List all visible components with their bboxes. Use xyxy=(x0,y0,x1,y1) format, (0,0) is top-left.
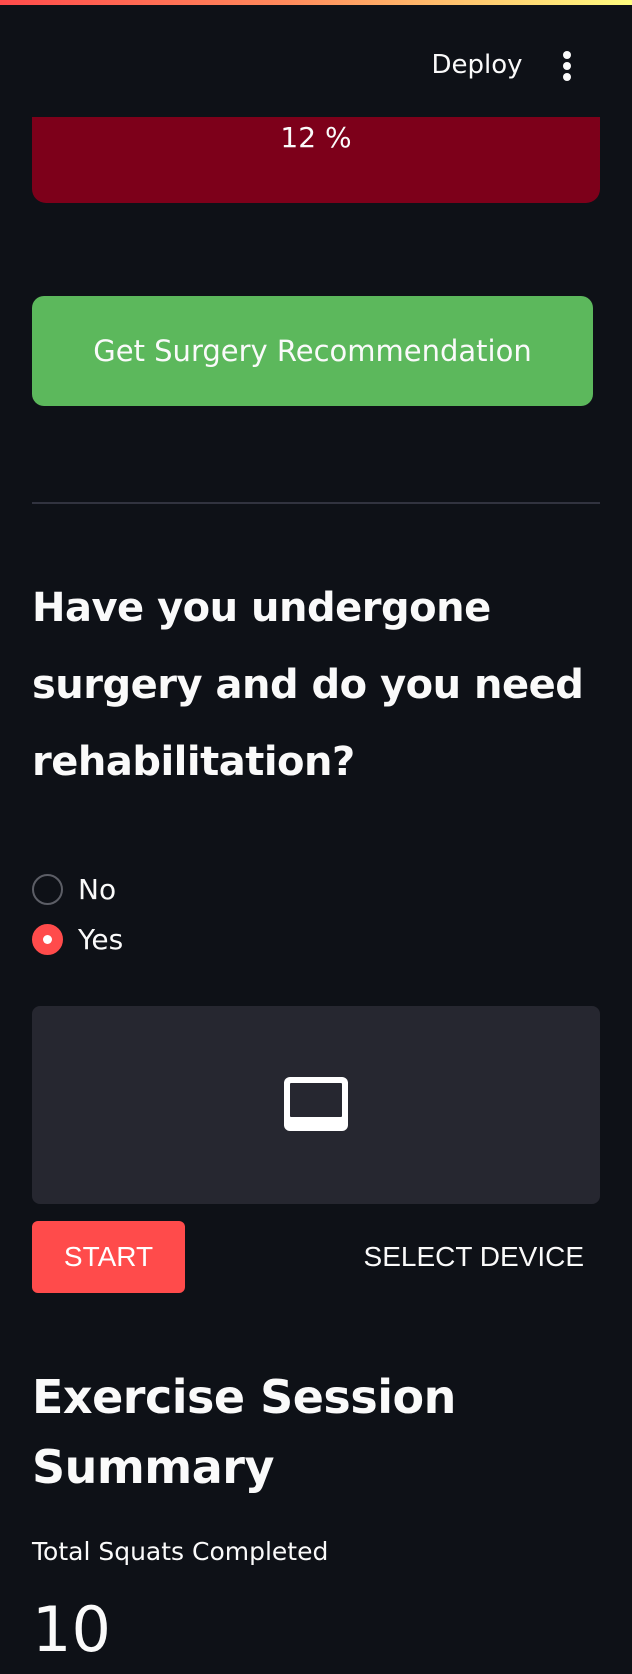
monitor-icon xyxy=(284,1077,348,1131)
risk-percentage: 12 % xyxy=(280,121,352,154)
start-button[interactable]: START xyxy=(32,1221,185,1293)
metric-value: 10 xyxy=(32,1593,111,1666)
radio-option-no[interactable]: No xyxy=(32,864,332,914)
radio-label-no: No xyxy=(78,872,117,906)
radio-circle-no[interactable] xyxy=(32,873,63,905)
select-device-button[interactable]: SELECT DEVICE xyxy=(350,1221,600,1293)
get-surgery-recommendation-button[interactable]: Get Surgery Recommendation xyxy=(32,296,593,406)
divider xyxy=(32,502,600,504)
radio-option-yes[interactable]: Yes xyxy=(32,914,332,964)
app-header: Deploy xyxy=(0,5,632,117)
metric-label: Total Squats Completed xyxy=(32,1537,329,1566)
vertical-ellipsis-icon[interactable] xyxy=(552,45,582,85)
radio-label-yes: Yes xyxy=(78,922,124,956)
radio-circle-yes[interactable] xyxy=(32,923,63,955)
rehab-question-heading: Have you undergone surgery and do you ne… xyxy=(32,585,584,785)
deploy-button[interactable]: Deploy xyxy=(422,45,532,85)
risk-progress-bar: 12 % xyxy=(32,117,600,203)
rehab-radio-group: No Yes xyxy=(32,864,332,964)
summary-title: Exercise Session Summary xyxy=(32,1370,456,1494)
